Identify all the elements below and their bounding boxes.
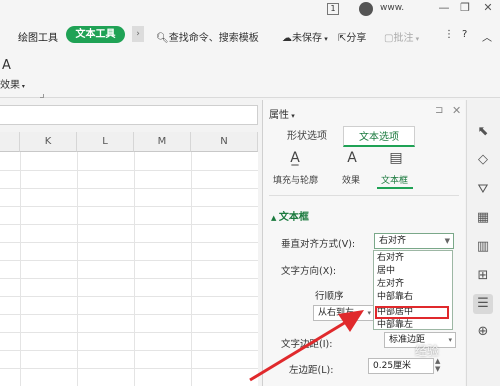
text-direction-label: 文字方向(X): xyxy=(281,266,337,277)
vertical-align-dropdown: 右对齐 居中 左对齐 中部靠右 中部居中 中部靠左 xyxy=(373,250,453,330)
fill-outline-icon[interactable]: A̲ xyxy=(285,150,305,166)
dropdown-option[interactable]: 中部靠左 xyxy=(377,318,413,332)
formula-input[interactable] xyxy=(0,105,258,125)
search-icon: 🔍︎ xyxy=(156,33,169,44)
unsaved-button[interactable]: ☁未保存 ▾ xyxy=(282,29,328,44)
chevron-down-icon: ▾ xyxy=(289,112,295,120)
more-tabs-button[interactable]: › xyxy=(132,26,144,42)
layers-icon[interactable]: ⛛ xyxy=(473,180,493,200)
vertical-align-select[interactable]: 右对齐 ▼ xyxy=(374,233,454,249)
collapse-ribbon-icon[interactable]: ︿ xyxy=(482,29,492,44)
dropdown-option[interactable]: 右对齐 xyxy=(377,251,404,265)
notification-badge[interactable]: 1 xyxy=(327,3,339,15)
dropdown-option[interactable]: 中部靠右 xyxy=(377,290,413,304)
title-bar: 1 www. — ❐ ✕ xyxy=(0,0,500,18)
grid-hline xyxy=(0,368,258,369)
divider xyxy=(269,195,459,196)
collapse-triangle-icon: ▲ xyxy=(271,214,279,222)
chevron-down-icon: ▾ xyxy=(448,336,452,344)
spreadsheet-grid[interactable]: K L M N xyxy=(0,132,258,386)
dropdown-option[interactable]: 居中 xyxy=(377,264,395,278)
tab-text-options[interactable]: 文本选项 xyxy=(343,126,415,147)
grid-hline xyxy=(0,206,258,207)
left-margin-input[interactable]: 0.25厘米 xyxy=(368,358,434,374)
more-options-icon[interactable]: ⋮ xyxy=(444,29,454,40)
user-name[interactable]: www. xyxy=(380,3,404,13)
text-effect-icon[interactable]: A xyxy=(2,58,11,73)
panel-title[interactable]: 属性 ▾ xyxy=(269,106,295,121)
watermark: 经验 xyxy=(415,344,440,358)
grid-hline xyxy=(0,260,258,261)
textbox-icon[interactable]: ▤ xyxy=(386,150,406,166)
table-icon[interactable]: ▦ xyxy=(473,208,493,228)
grid-hline xyxy=(0,350,258,351)
grid-hline xyxy=(0,296,258,297)
cloud-icon: ☁ xyxy=(282,33,292,44)
command-search[interactable]: 🔍︎查找命令、搜索模板 xyxy=(156,29,259,44)
subtab-fill-outline[interactable]: 填充与轮廓 xyxy=(273,173,318,186)
help-icon[interactable]: ? xyxy=(462,29,467,40)
dropdown-option[interactable]: 左对齐 xyxy=(377,277,404,291)
tab-shape-options[interactable]: 形状选项 xyxy=(275,126,339,147)
ribbon-tab-row: 绘图工具 文本工具 › 🔍︎查找命令、搜索模板 ☁未保存 ▾ ⇱分享 ▢批注 ▾… xyxy=(0,18,500,52)
pin-icon[interactable]: ⊐ xyxy=(435,105,443,116)
shapes-icon[interactable]: ◇ xyxy=(473,150,493,170)
restore-button[interactable]: ❐ xyxy=(458,1,472,14)
grid-hline xyxy=(0,170,258,171)
tab-text-tools[interactable]: 文本工具 xyxy=(66,26,125,43)
stepper-icon[interactable]: ▲ ▼ xyxy=(435,357,440,373)
column-header-k[interactable]: K xyxy=(20,132,77,152)
grid-hline xyxy=(0,278,258,279)
side-toolbar: ⬉ ◇ ⛛ ▦ ▥ ⊞ ☰ ⊕ xyxy=(466,100,500,386)
highlight-box xyxy=(375,306,449,319)
pin-icon[interactable]: ⊕ xyxy=(473,322,493,342)
grid-hline xyxy=(0,332,258,333)
subtab-active-indicator xyxy=(377,187,413,189)
grid-hline xyxy=(0,242,258,243)
subtab-effect[interactable]: 效果 xyxy=(342,173,360,186)
properties-icon[interactable]: ☰ xyxy=(473,294,493,314)
share-button[interactable]: ⇱分享 xyxy=(338,29,366,44)
comment-button[interactable]: ▢批注 ▾ xyxy=(384,29,419,44)
chevron-down-icon: ▾ xyxy=(413,35,420,43)
grid-hline xyxy=(0,188,258,189)
chevron-down-icon: ▾ xyxy=(20,83,25,90)
ribbon-body: A 效果 ▾ xyxy=(0,52,500,98)
close-button[interactable]: ✕ xyxy=(481,1,495,14)
close-icon[interactable]: ✕ xyxy=(452,104,461,117)
grid-hline xyxy=(0,314,258,315)
effect-button[interactable]: 效果 ▾ xyxy=(0,76,25,91)
annotation-arrow xyxy=(249,310,364,382)
column-header-l[interactable]: L xyxy=(77,132,134,152)
vertical-align-label: 垂直对齐方式(V): xyxy=(281,239,356,250)
column-header-m[interactable]: M xyxy=(134,132,191,152)
column-header-n[interactable]: N xyxy=(191,132,258,152)
grid-icon[interactable]: ⊞ xyxy=(473,266,493,286)
grid-hline xyxy=(0,224,258,225)
cursor-icon[interactable]: ⬉ xyxy=(473,122,493,142)
column-header-blank[interactable] xyxy=(0,132,20,152)
chart-icon[interactable]: ▥ xyxy=(473,237,493,257)
avatar[interactable] xyxy=(359,2,373,16)
minimize-button[interactable]: — xyxy=(437,1,451,14)
text-effect-icon[interactable]: A xyxy=(342,150,362,166)
subtab-textbox[interactable]: 文本框 xyxy=(381,173,408,186)
chevron-down-icon: ▾ xyxy=(322,35,328,43)
tab-drawing-tools[interactable]: 绘图工具 xyxy=(18,29,58,44)
section-textbox[interactable]: ▲ 文本框 xyxy=(271,208,309,223)
group-corner xyxy=(40,94,44,98)
chevron-down-icon: ▼ xyxy=(444,237,450,245)
